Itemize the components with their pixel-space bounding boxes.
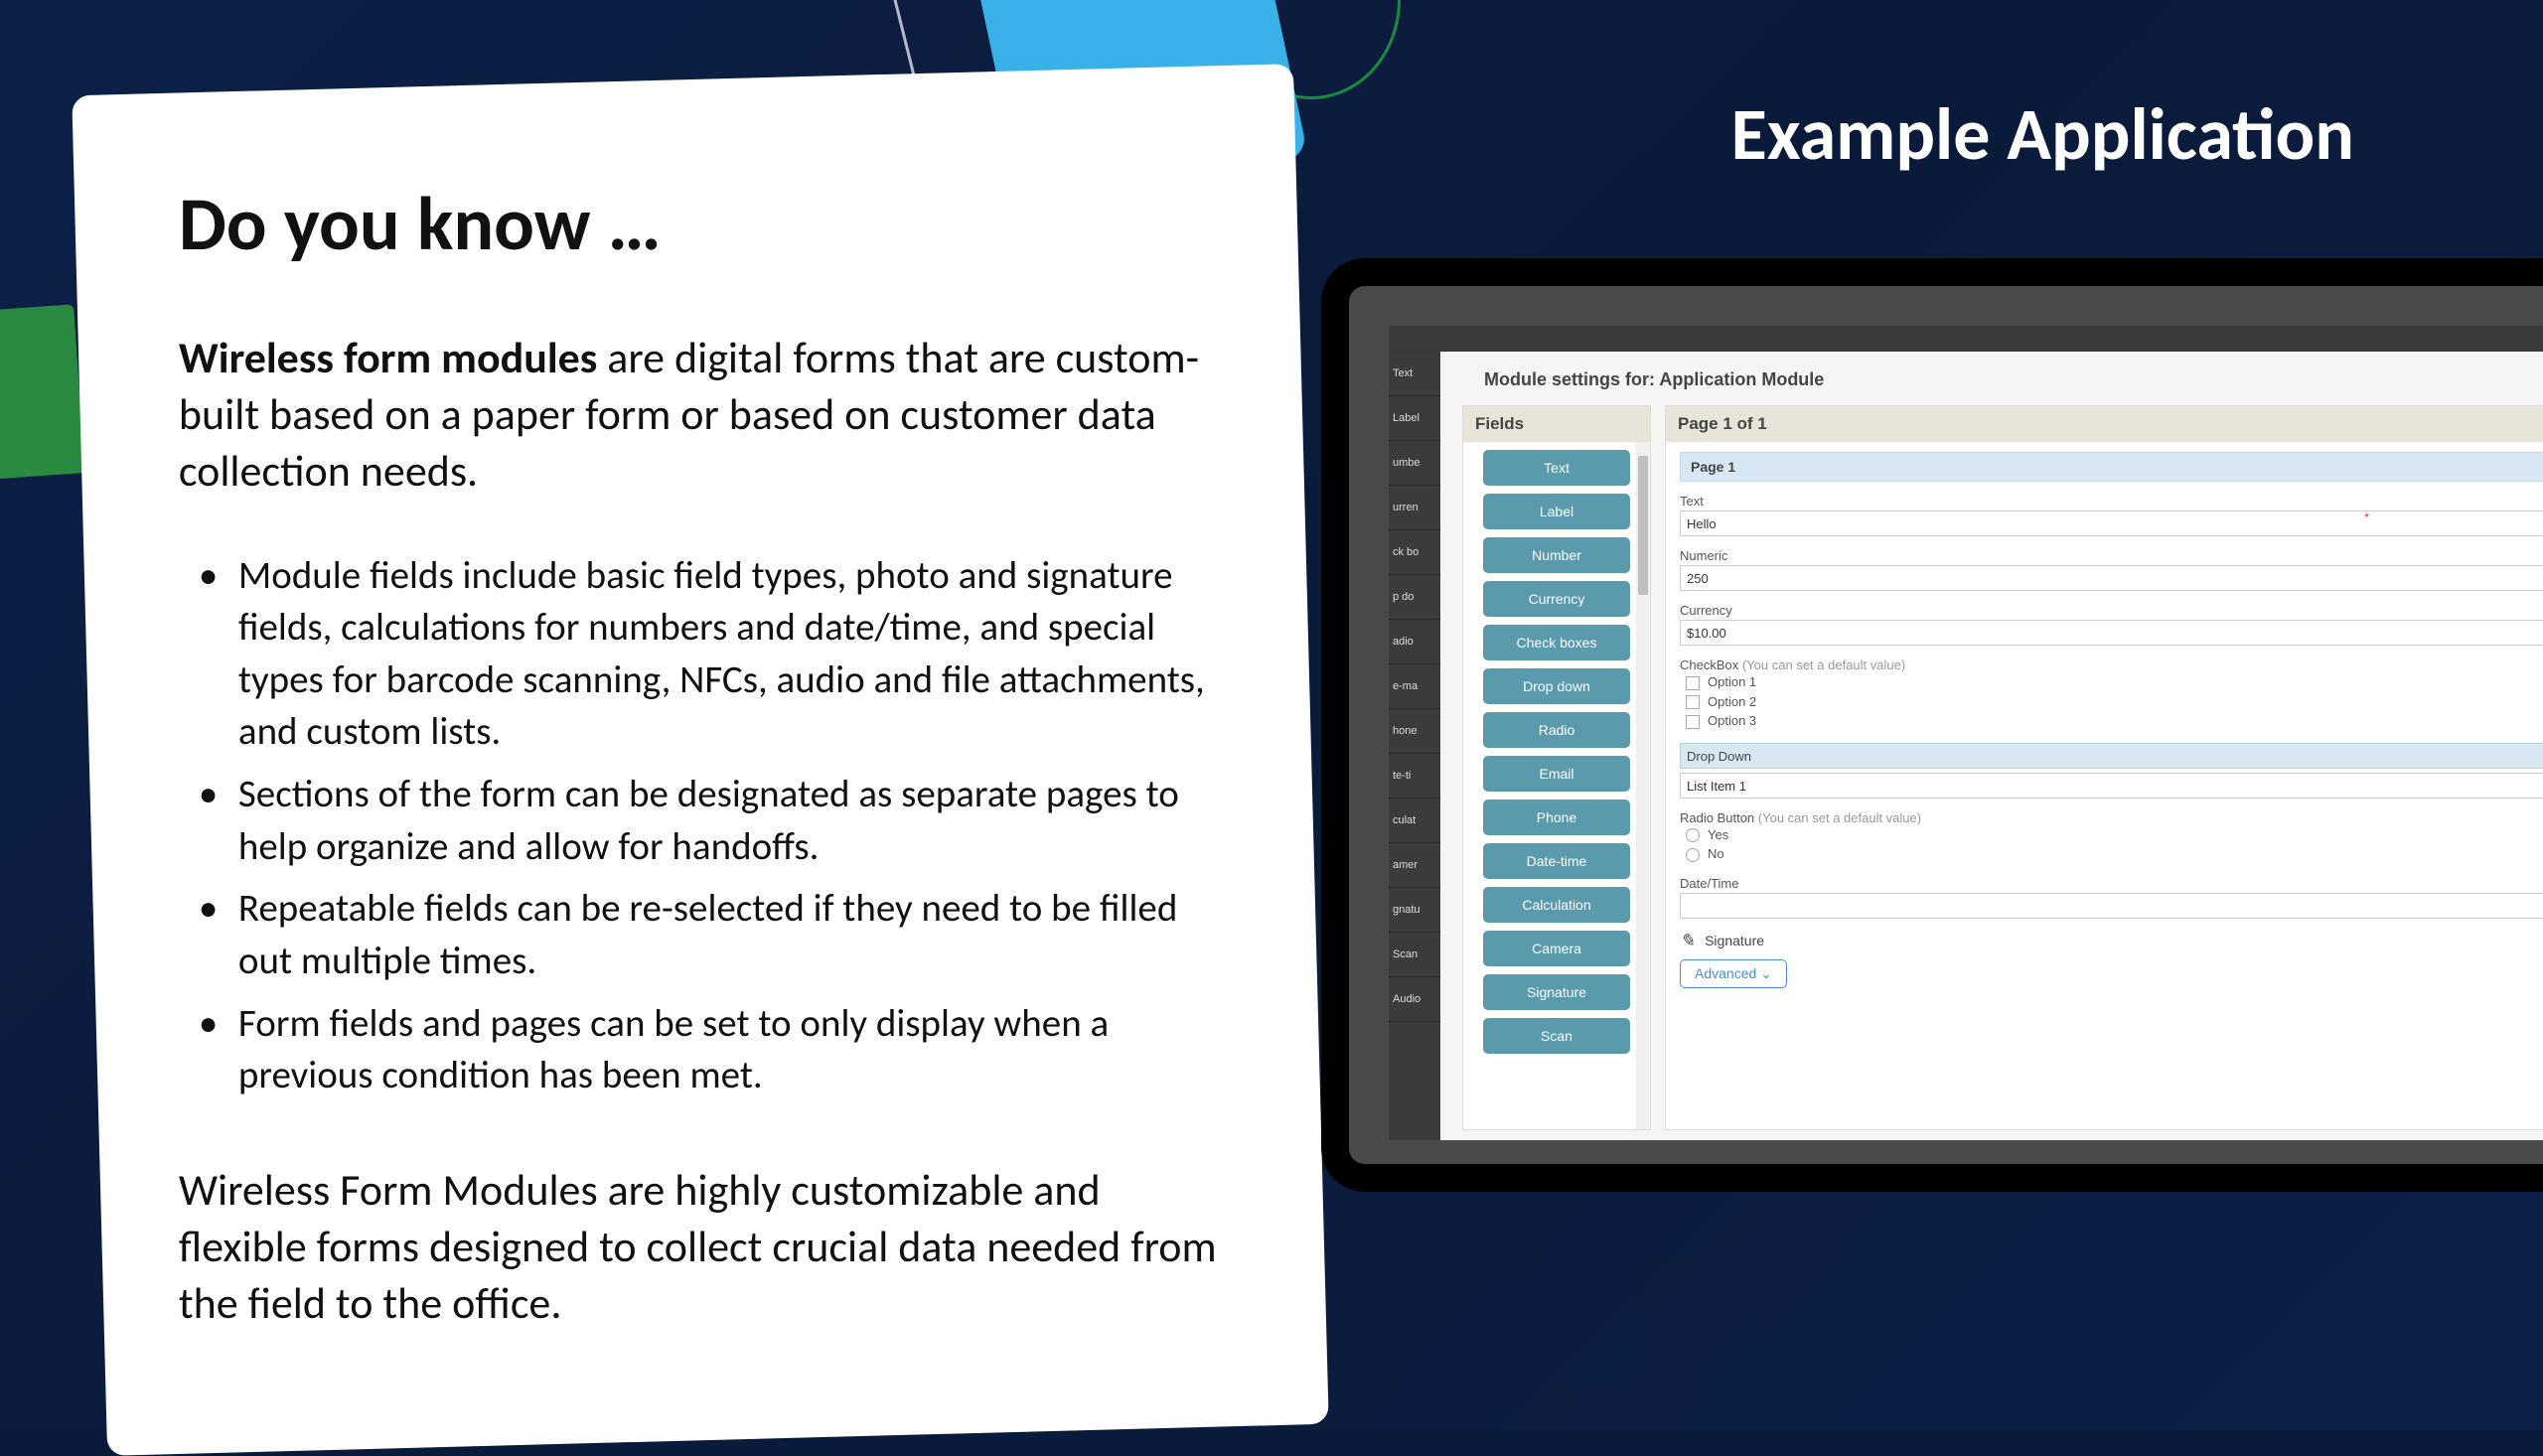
intro-paragraph: Wireless form modules are digital forms … bbox=[179, 330, 1222, 501]
fields-panel-header: Fields bbox=[1463, 406, 1650, 442]
deco-green-shape bbox=[0, 304, 85, 480]
fields-panel-body: Text Label Number Currency Check boxes D… bbox=[1463, 442, 1650, 1129]
bullet-list: Module fields include basic field types,… bbox=[179, 550, 1222, 1102]
side-item[interactable]: umbe bbox=[1389, 441, 1440, 486]
side-item[interactable]: Audio bbox=[1389, 977, 1440, 1022]
radio-field-label: Radio Button (You can set a default valu… bbox=[1680, 810, 2543, 825]
checkbox-field-label: CheckBox (You can set a default value) bbox=[1680, 657, 2543, 672]
chevron-down-icon: ⌄ bbox=[1760, 965, 1772, 981]
checkbox-option[interactable]: Option 2 bbox=[1680, 694, 2543, 710]
required-star-icon: * bbox=[2364, 510, 2369, 524]
advanced-button[interactable]: Advanced ⌄ bbox=[1680, 959, 1787, 988]
field-type-label-button[interactable]: Label bbox=[1483, 494, 1630, 529]
datetime-field-label: Date/Time bbox=[1680, 876, 2543, 891]
page-panel-body: Page 1 Text * Hello Numeric 250 Currency… bbox=[1666, 442, 2543, 998]
bullet-item: Repeatable fields can be re-selected if … bbox=[179, 883, 1222, 987]
module-settings-title: Module settings for: Application Module bbox=[1484, 369, 1824, 390]
field-type-calculation-button[interactable]: Calculation bbox=[1483, 887, 1630, 923]
dropdown-label-row: Drop Down bbox=[1680, 743, 2543, 769]
checkbox-hint: (You can set a default value) bbox=[1742, 657, 1905, 672]
laptop-screen: Text Label umbe urren ck bo p do adio e-… bbox=[1321, 258, 2543, 1192]
page-panel-header: Page 1 of 1 bbox=[1666, 406, 2543, 442]
radio-icon[interactable] bbox=[1686, 848, 1700, 862]
slide-header-title: Example Application bbox=[1731, 89, 2354, 179]
app-dark-sidebar: Text Label umbe urren ck bo p do adio e-… bbox=[1389, 352, 1440, 1140]
field-type-phone-button[interactable]: Phone bbox=[1483, 800, 1630, 835]
checkbox-icon[interactable] bbox=[1686, 715, 1700, 729]
field-type-scan-button[interactable]: Scan bbox=[1483, 1018, 1630, 1054]
field-type-currency-button[interactable]: Currency bbox=[1483, 581, 1630, 617]
field-type-radio-button[interactable]: Radio bbox=[1483, 712, 1630, 748]
numeric-field-input[interactable]: 250 bbox=[1680, 565, 2543, 591]
fields-scrollbar[interactable] bbox=[1636, 442, 1650, 1129]
checkbox-option-label: Option 2 bbox=[1708, 694, 1756, 709]
signature-icon: ✎ bbox=[1680, 931, 1695, 951]
app-topbar bbox=[1389, 326, 2543, 352]
radio-icon[interactable] bbox=[1686, 828, 1700, 842]
app-window: Text Label umbe urren ck bo p do adio e-… bbox=[1389, 326, 2543, 1140]
field-type-camera-button[interactable]: Camera bbox=[1483, 931, 1630, 966]
text-field-input[interactable]: Hello bbox=[1680, 510, 2543, 536]
numeric-field-label: Numeric bbox=[1680, 548, 2543, 563]
side-item[interactable]: gnatu bbox=[1389, 888, 1440, 933]
field-type-email-button[interactable]: Email bbox=[1483, 756, 1630, 792]
intro-bold: Wireless form modules bbox=[179, 331, 597, 384]
checkbox-icon[interactable] bbox=[1686, 695, 1700, 709]
side-item[interactable]: adio bbox=[1389, 620, 1440, 664]
advanced-label: Advanced bbox=[1695, 965, 1756, 981]
signature-label: Signature bbox=[1705, 933, 1764, 948]
signature-row[interactable]: ✎ Signature bbox=[1680, 931, 2543, 951]
field-type-text-button[interactable]: Text bbox=[1483, 450, 1630, 486]
field-type-checkboxes-button[interactable]: Check boxes bbox=[1483, 625, 1630, 660]
side-item[interactable]: ck bo bbox=[1389, 530, 1440, 575]
text-field-label: Text bbox=[1680, 494, 2543, 509]
side-item[interactable]: p do bbox=[1389, 575, 1440, 620]
closing-paragraph: Wireless Form Modules are highly customi… bbox=[179, 1162, 1222, 1333]
side-item[interactable]: Scan bbox=[1389, 933, 1440, 977]
dropdown-select[interactable]: List Item 1 bbox=[1680, 773, 2543, 799]
radio-label-text: Radio Button bbox=[1680, 810, 1754, 825]
currency-field-input[interactable]: $10.00 bbox=[1680, 620, 2543, 646]
radio-option[interactable]: Yes bbox=[1680, 827, 2543, 843]
checkbox-option-label: Option 3 bbox=[1708, 713, 1756, 728]
checkbox-label-text: CheckBox bbox=[1680, 657, 1738, 672]
side-item[interactable]: urren bbox=[1389, 486, 1440, 530]
side-item[interactable]: te-ti bbox=[1389, 754, 1440, 799]
checkbox-option[interactable]: Option 3 bbox=[1680, 713, 2543, 729]
radio-option-label: Yes bbox=[1708, 827, 1728, 842]
bullet-item: Form fields and pages can be set to only… bbox=[179, 998, 1222, 1102]
currency-field-label: Currency bbox=[1680, 603, 2543, 618]
content-card: Do you know … Wireless form modules are … bbox=[72, 64, 1328, 1456]
side-item[interactable]: e-ma bbox=[1389, 664, 1440, 709]
field-type-datetime-button[interactable]: Date-time bbox=[1483, 843, 1630, 879]
radio-hint: (You can set a default value) bbox=[1758, 810, 1921, 825]
radio-option[interactable]: No bbox=[1680, 846, 2543, 862]
datetime-field-input[interactable] bbox=[1680, 893, 2543, 919]
page-panel: Page 1 of 1 Page 1 Text * Hello Numeric … bbox=[1665, 405, 2543, 1130]
field-type-number-button[interactable]: Number bbox=[1483, 537, 1630, 573]
field-type-dropdown-button[interactable]: Drop down bbox=[1483, 668, 1630, 704]
bullet-item: Sections of the form can be designated a… bbox=[179, 769, 1222, 873]
radio-option-label: No bbox=[1708, 846, 1724, 861]
card-heading: Do you know … bbox=[179, 179, 1222, 270]
side-item[interactable]: culat bbox=[1389, 799, 1440, 843]
checkbox-icon[interactable] bbox=[1686, 676, 1700, 690]
side-item[interactable]: Text bbox=[1389, 352, 1440, 396]
fields-panel: Fields Text Label Number Currency Check … bbox=[1462, 405, 1651, 1130]
bullet-item: Module fields include basic field types,… bbox=[179, 550, 1222, 760]
side-item[interactable]: amer bbox=[1389, 843, 1440, 888]
page-title-row: Page 1 bbox=[1680, 452, 2543, 482]
side-item[interactable]: hone bbox=[1389, 709, 1440, 754]
laptop-mockup: Text Label umbe urren ck bo p do adio e-… bbox=[1321, 258, 2543, 1251]
field-type-signature-button[interactable]: Signature bbox=[1483, 974, 1630, 1010]
side-item[interactable]: Label bbox=[1389, 396, 1440, 441]
fields-scrollbar-thumb[interactable] bbox=[1638, 456, 1648, 595]
checkbox-option-label: Option 1 bbox=[1708, 674, 1756, 689]
checkbox-option[interactable]: Option 1 bbox=[1680, 674, 2543, 690]
